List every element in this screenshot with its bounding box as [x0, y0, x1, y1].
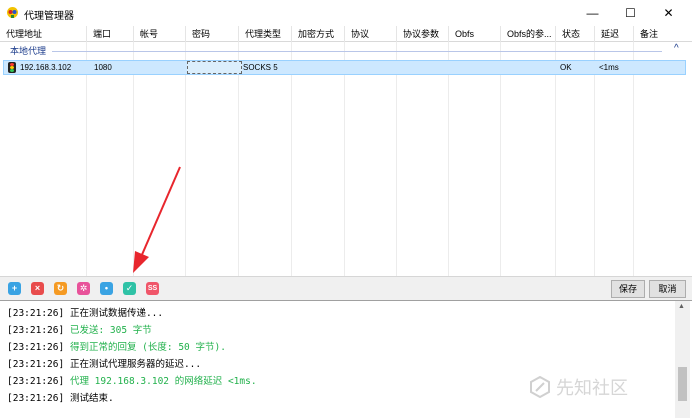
log-text: 测试结束.: [69, 393, 114, 404]
log-text: 正在测试代理服务器的延迟...: [69, 359, 202, 370]
log-text: 得到正常的回复 (长度: 50 字节).: [69, 342, 226, 353]
window-title: 代理管理器: [24, 11, 74, 22]
watermark-text: 先知社区: [556, 378, 628, 399]
close-button[interactable]: ✕: [652, 0, 685, 26]
table-header: 代理地址 端口 帐号 密码 代理类型 加密方式 协议 协议参数 Obfs Obf…: [0, 26, 692, 42]
column-header-port[interactable]: 端口: [87, 26, 134, 42]
log-panel[interactable]: [23:21:26] 正在测试数据传递... [23:21:26] 已发送: 3…: [0, 300, 692, 418]
ss-icon[interactable]: SS: [146, 282, 159, 295]
maximize-button[interactable]: ☐: [614, 0, 647, 26]
scroll-thumb[interactable]: [678, 367, 687, 401]
column-header-encryption[interactable]: 加密方式: [292, 26, 345, 42]
bulb-icon[interactable]: •: [100, 282, 113, 295]
chevron-up-icon[interactable]: ^: [674, 43, 679, 54]
cell-latency: <1ms: [599, 63, 619, 72]
cell-password-editing[interactable]: [187, 61, 242, 74]
cell-address: 192.168.3.102: [20, 63, 72, 72]
proxy-table[interactable]: 代理地址 端口 帐号 密码 代理类型 加密方式 协议 协议参数 Obfs Obf…: [0, 26, 692, 276]
log-line: [23:21:26] 正在测试数据传递...: [7, 305, 163, 319]
app-icon: [7, 7, 18, 18]
column-header-address[interactable]: 代理地址: [0, 26, 87, 42]
refresh-icon[interactable]: ↻: [54, 282, 67, 295]
group-label: 本地代理: [10, 46, 47, 56]
group-header[interactable]: 本地代理 ^: [0, 42, 692, 58]
cell-port: 1080: [94, 63, 112, 72]
log-timestamp: [23:21:26]: [7, 308, 65, 319]
log-text: 已发送: 305 字节: [69, 325, 152, 336]
cell-account: [135, 61, 141, 74]
add-icon[interactable]: +: [8, 282, 21, 295]
watermark-logo-icon: [530, 376, 550, 398]
log-line: [23:21:26] 代理 192.168.3.102 的网络延迟 <1ms.: [7, 373, 257, 387]
log-text: 正在测试数据传递...: [69, 308, 164, 319]
log-timestamp: [23:21:26]: [7, 359, 65, 370]
cell-status: OK: [560, 63, 572, 72]
log-line: [23:21:26] 得到正常的回复 (长度: 50 字节).: [7, 339, 226, 353]
column-header-type[interactable]: 代理类型: [239, 26, 292, 42]
cell-type: SOCKS 5: [243, 63, 278, 72]
delete-icon[interactable]: ×: [31, 282, 44, 295]
log-scrollbar[interactable]: ▲: [675, 301, 690, 418]
scroll-up-icon[interactable]: ▲: [678, 303, 685, 310]
table-row[interactable]: 192.168.3.102 1080 SOCKS 5 OK <1ms: [3, 60, 686, 75]
title-bar: 代理管理器 — ☐ ✕: [0, 0, 692, 26]
check-icon[interactable]: ✓: [123, 282, 136, 295]
group-divider: [52, 51, 662, 52]
column-header-account[interactable]: 帐号: [134, 26, 186, 42]
column-header-latency[interactable]: 延迟: [595, 26, 634, 42]
column-header-obfs[interactable]: Obfs: [449, 26, 501, 42]
minimize-button[interactable]: —: [576, 0, 609, 26]
column-header-status[interactable]: 状态: [556, 26, 595, 42]
log-timestamp: [23:21:26]: [7, 376, 65, 387]
column-header-obfs-params[interactable]: Obfs的参...: [501, 26, 556, 42]
log-text: 代理 192.168.3.102 的网络延迟 <1ms.: [69, 376, 257, 387]
column-header-protocol-params[interactable]: 协议参数: [397, 26, 449, 42]
log-timestamp: [23:21:26]: [7, 393, 65, 404]
column-header-protocol[interactable]: 协议: [345, 26, 397, 42]
log-line: [23:21:26] 测试结束.: [7, 390, 114, 404]
log-timestamp: [23:21:26]: [7, 342, 65, 353]
log-timestamp: [23:21:26]: [7, 325, 65, 336]
log-line: [23:21:26] 正在测试代理服务器的延迟...: [7, 356, 201, 370]
toolbar: + × ↻ ✲ • ✓ SS 保存 取消: [0, 276, 692, 300]
column-header-password[interactable]: 密码: [186, 26, 239, 42]
cancel-button[interactable]: 取消: [649, 280, 686, 298]
log-line: [23:21:26] 已发送: 305 字节: [7, 322, 152, 336]
settings-icon[interactable]: ✲: [77, 282, 90, 295]
save-button[interactable]: 保存: [611, 280, 645, 298]
column-header-note[interactable]: 备注: [634, 26, 692, 42]
